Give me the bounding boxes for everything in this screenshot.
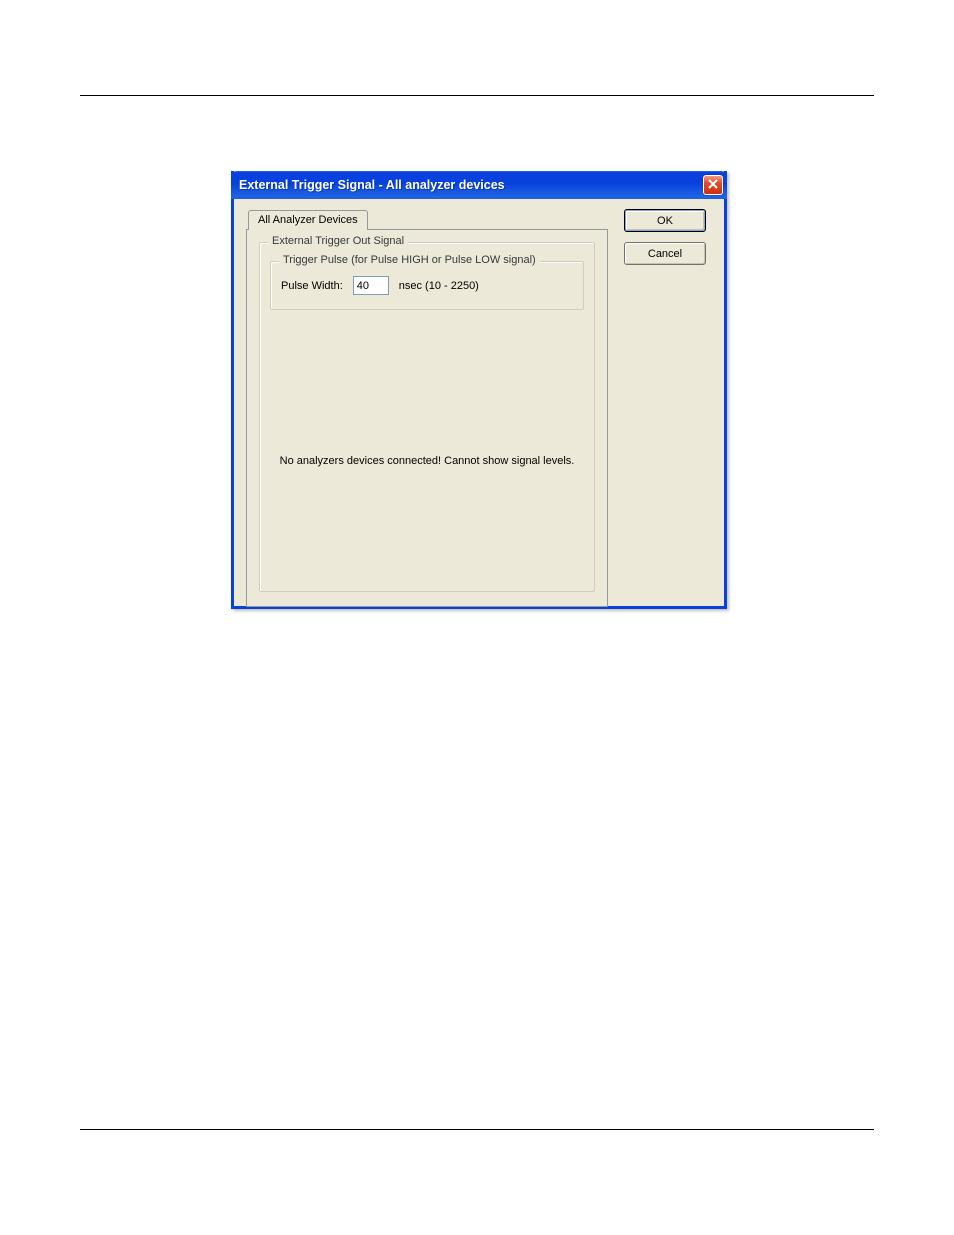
footer-rule [80,1129,874,1130]
close-icon [708,178,718,192]
group-trigger-pulse-label: Trigger Pulse (for Pulse HIGH or Pulse L… [279,254,540,266]
cancel-button[interactable]: Cancel [624,242,706,265]
dialog-body: All Analyzer Devices External Trigger Ou… [234,199,724,606]
pulse-width-units: nsec (10 - 2250) [399,280,479,292]
close-button[interactable] [703,175,723,195]
dialog-buttons: OK Cancel [624,209,712,275]
external-trigger-dialog: External Trigger Signal - All analyzer d… [231,171,727,609]
tab-all-analyzer-devices[interactable]: All Analyzer Devices [248,210,368,230]
dialog-title: External Trigger Signal - All analyzer d… [239,178,703,192]
pulse-width-input[interactable] [353,276,389,295]
pulse-width-row: Pulse Width: nsec (10 - 2250) [281,276,573,295]
group-external-trigger-out: External Trigger Out Signal Trigger Puls… [259,242,595,592]
ok-button[interactable]: OK [624,209,706,232]
pulse-width-label: Pulse Width: [281,280,343,292]
status-message: No analyzers devices connected! Cannot s… [270,455,584,467]
group-trigger-pulse: Trigger Pulse (for Pulse HIGH or Pulse L… [270,261,584,310]
titlebar[interactable]: External Trigger Signal - All analyzer d… [231,171,727,199]
group-external-trigger-out-label: External Trigger Out Signal [268,235,408,247]
tabs: All Analyzer Devices [248,209,608,229]
header-rule [80,95,874,96]
tab-panel: External Trigger Out Signal Trigger Puls… [246,229,608,607]
